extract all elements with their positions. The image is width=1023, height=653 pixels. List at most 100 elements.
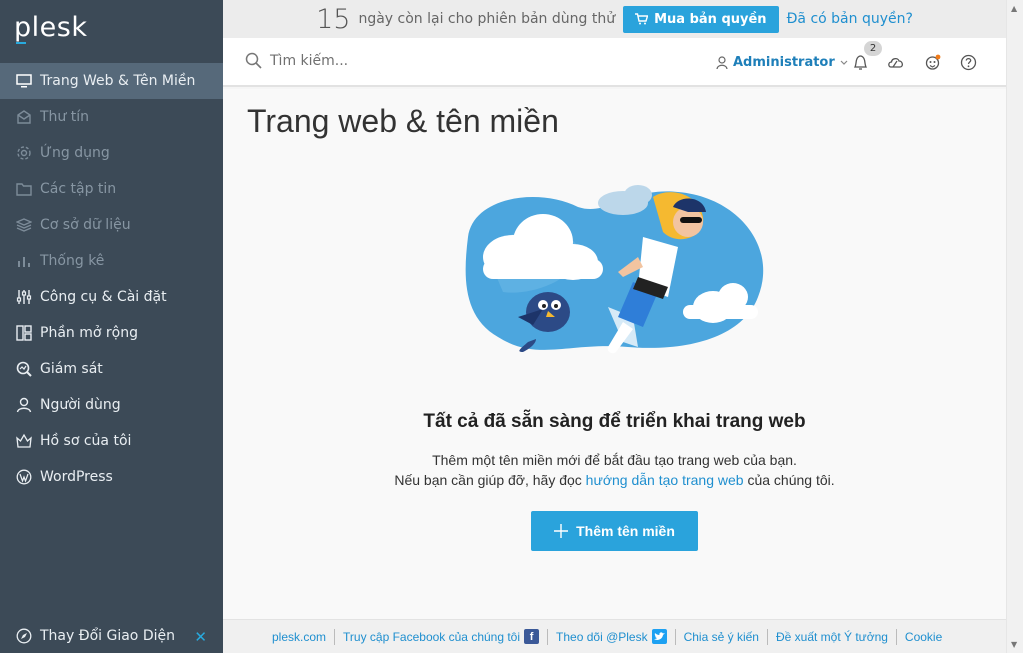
footer-link-label: Đề xuất một Ý tưởng	[775, 629, 888, 644]
sidebar-item-label: Các tập tin	[40, 181, 117, 197]
footer-link-label: Truy cập Facebook của chúng tôi	[343, 629, 521, 644]
user-icon	[16, 397, 32, 413]
sidebar-item-monitoring[interactable]: Giám sát	[0, 351, 223, 387]
help-button[interactable]	[959, 53, 977, 71]
sidebar: plesk Trang Web & Tên Miền Thư tín Ứng d…	[0, 0, 223, 653]
footer-link-label: Cookie	[904, 629, 943, 644]
sidebar-item-mail[interactable]: Thư tín	[0, 99, 223, 135]
scroll-up-arrow-icon[interactable]: ▲	[1011, 4, 1017, 13]
add-domain-button[interactable]: Thêm tên miền	[531, 511, 698, 551]
main-content: Trang web & tên miền Tất cả đã sẵn sàng …	[223, 89, 1006, 619]
monitoring-icon	[16, 361, 32, 377]
bar-chart-icon	[16, 253, 32, 269]
notifications-button[interactable]	[851, 53, 869, 71]
change-view-label: Thay Đổi Giao Diện	[40, 628, 175, 644]
sidebar-item-users[interactable]: Người dùng	[0, 387, 223, 423]
search-input[interactable]: Tìm kiếm...	[245, 52, 348, 69]
help-icon	[960, 54, 976, 70]
mail-icon	[16, 109, 32, 125]
footer-divider	[674, 628, 676, 645]
sidebar-item-websites[interactable]: Trang Web & Tên Miền	[0, 63, 223, 99]
sidebar-item-tools-settings[interactable]: Công cụ & Cài đặt	[0, 279, 223, 315]
compass-icon	[16, 628, 32, 644]
sidebar-item-label: Thư tín	[40, 109, 89, 125]
scroll-down-arrow-icon[interactable]: ▼	[1011, 640, 1017, 649]
sidebar-item-label: Thống kê	[40, 253, 105, 269]
sidebar-item-label: Trang Web & Tên Miền	[40, 73, 196, 89]
gear-icon	[16, 145, 32, 161]
line2-suffix: của chúng tôi.	[743, 472, 835, 488]
twitter-icon	[651, 629, 667, 644]
sidebar-item-applications[interactable]: Ứng dụng	[0, 135, 223, 171]
user-menu[interactable]: Administrator	[716, 55, 848, 70]
sidebar-item-files[interactable]: Các tập tin	[0, 171, 223, 207]
sidebar-item-label: Người dùng	[40, 397, 121, 413]
suggestions-button[interactable]	[923, 53, 941, 71]
sidebar-item-label: Hồ sơ của tôi	[40, 433, 132, 449]
footer-link-twitter[interactable]: Theo dõi @Plesk	[556, 629, 667, 644]
sidebar-item-label: Công cụ & Cài đặt	[40, 289, 167, 305]
trial-banner: 15 ngày còn lại cho phiên bản dùng thử M…	[223, 0, 1006, 38]
user-icon	[716, 56, 728, 69]
sidebar-item-label: WordPress	[40, 469, 113, 485]
footer-link-facebook[interactable]: Truy cập Facebook của chúng tôi f	[343, 629, 540, 644]
buy-license-label: Mua bản quyền	[654, 11, 767, 27]
footer-link-cookie[interactable]: Cookie	[905, 630, 942, 644]
close-icon[interactable]: ✕	[194, 628, 207, 646]
plesk-logo[interactable]: plesk	[14, 12, 88, 44]
wordpress-icon	[16, 469, 32, 485]
change-view-button[interactable]: Thay Đổi Giao Diện ✕	[0, 619, 223, 653]
footer-link-plesk[interactable]: plesk.com	[272, 630, 326, 644]
sidebar-item-my-profile[interactable]: Hồ sơ của tôi	[0, 423, 223, 459]
logo-text: plesk	[14, 12, 88, 43]
top-header: Tìm kiếm... Administrator 2	[223, 38, 1006, 87]
footer-link-feedback[interactable]: Chia sẻ ý kiến	[684, 630, 759, 644]
page-title: Trang web & tên miền	[247, 103, 559, 139]
welcome-illustration	[458, 177, 778, 367]
buy-license-button[interactable]: Mua bản quyền	[623, 5, 779, 33]
facebook-icon: f	[524, 629, 540, 644]
cart-icon	[635, 13, 649, 25]
bell-icon	[853, 54, 867, 70]
footer: plesk.com Truy cập Facebook của chúng tô…	[223, 619, 1006, 653]
scrollbar[interactable]: ▲ ▼	[1006, 0, 1023, 653]
add-domain-label: Thêm tên miền	[576, 523, 675, 539]
search-placeholder: Tìm kiếm...	[270, 52, 349, 69]
trial-days-count: 15	[316, 3, 351, 35]
footer-divider	[895, 628, 897, 645]
logo-underline	[16, 42, 26, 44]
footer-divider	[766, 628, 768, 645]
footer-link-label: Chia sẻ ý kiến	[683, 629, 759, 644]
footer-link-label: Theo dõi @Plesk	[556, 629, 648, 644]
footer-divider	[547, 628, 549, 645]
folder-icon	[16, 181, 32, 197]
website-guide-link[interactable]: hướng dẫn tạo trang web	[586, 472, 744, 488]
chevron-down-icon	[840, 60, 848, 65]
empty-state-title: Tất cả đã sẵn sàng để triển khai trang w…	[423, 411, 806, 432]
sidebar-item-label: Ứng dụng	[40, 145, 110, 161]
footer-link-suggest-idea[interactable]: Đề xuất một Ý tưởng	[776, 630, 888, 644]
have-license-link[interactable]: Đã có bản quyền?	[787, 11, 913, 27]
database-icon	[16, 217, 32, 233]
sidebar-item-databases[interactable]: Cơ sở dữ liệu	[0, 207, 223, 243]
sidebar-item-wordpress[interactable]: WordPress	[0, 459, 223, 495]
line2-prefix: Nếu bạn cần giúp đỡ, hãy đọc	[394, 472, 586, 488]
user-name: Administrator	[733, 55, 835, 70]
sidebar-item-extensions[interactable]: Phần mở rộng	[0, 315, 223, 351]
sidebar-item-label: Cơ sở dữ liệu	[40, 217, 131, 233]
sliders-icon	[16, 289, 32, 305]
sidebar-item-label: Phần mở rộng	[40, 325, 138, 341]
footer-divider	[334, 628, 336, 645]
crown-icon	[16, 433, 32, 449]
trial-days-text: ngày còn lại cho phiên bản dùng thử	[358, 11, 616, 27]
notification-badge: 2	[864, 41, 882, 56]
plus-icon	[554, 524, 569, 538]
search-icon	[245, 52, 262, 69]
extensions-icon	[16, 325, 32, 341]
footer-link-label: plesk.com	[272, 629, 327, 644]
sidebar-nav: Trang Web & Tên Miền Thư tín Ứng dụng Cá…	[0, 63, 223, 495]
sidebar-item-statistics[interactable]: Thống kê	[0, 243, 223, 279]
updates-button[interactable]	[887, 53, 905, 71]
sidebar-item-label: Giám sát	[40, 361, 103, 377]
empty-state-line-2: Nếu bạn cần giúp đỡ, hãy đọc hướng dẫn t…	[223, 472, 1006, 488]
